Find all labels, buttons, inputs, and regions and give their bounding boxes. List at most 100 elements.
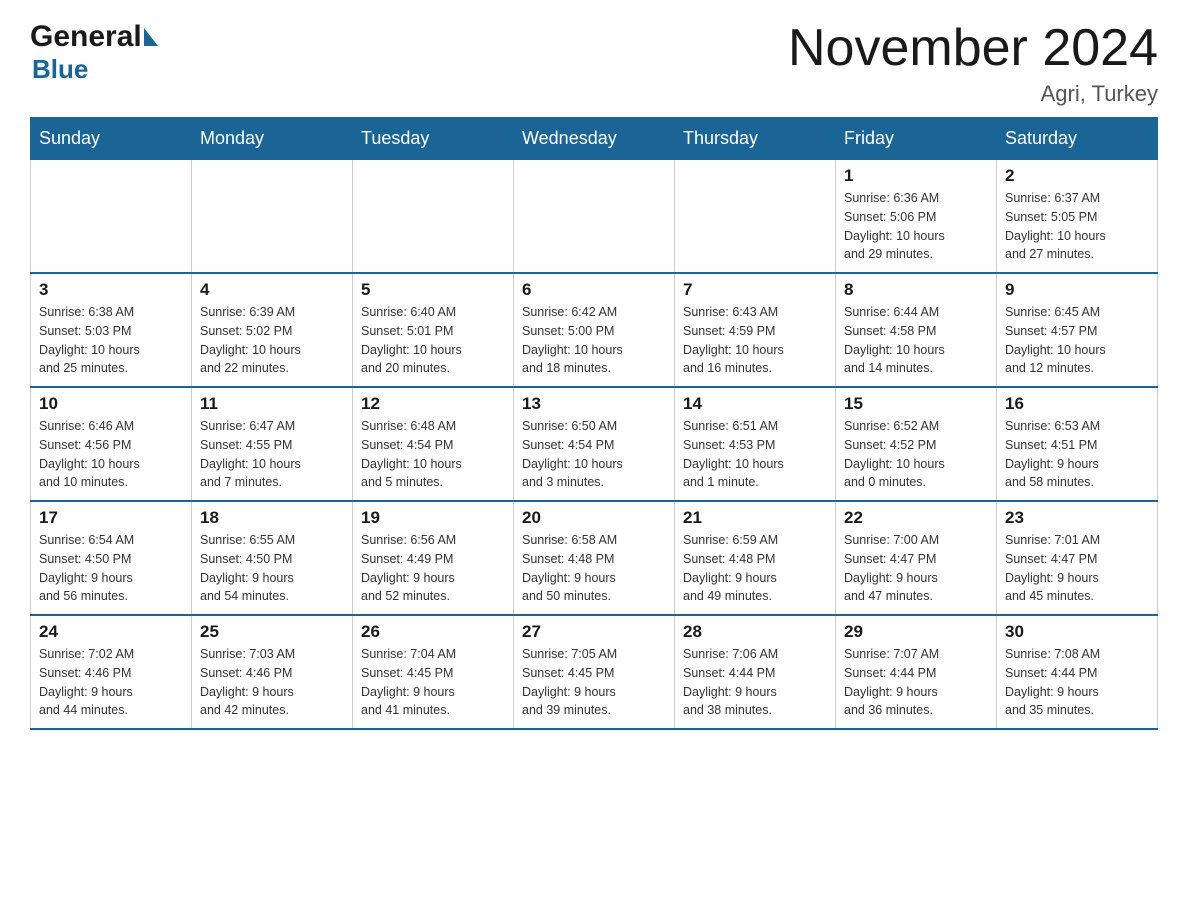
day-info: Sunrise: 6:39 AMSunset: 5:02 PMDaylight:…: [200, 303, 344, 378]
table-row: 13 Sunrise: 6:50 AMSunset: 4:54 PMDayligh…: [514, 387, 675, 501]
page-header: General Blue November 2024 Agri, Turkey: [30, 20, 1158, 107]
day-number: 15: [844, 394, 988, 414]
day-number: 24: [39, 622, 183, 642]
day-number: 6: [522, 280, 666, 300]
logo-arrow-icon: [144, 28, 158, 46]
table-row: 14Sunrise: 6:51 AMSunset: 4:53 PMDayligh…: [675, 387, 836, 501]
logo-general: General: [30, 20, 142, 54]
day-number: 26: [361, 622, 505, 642]
day-number: 8: [844, 280, 988, 300]
day-number: 27: [522, 622, 666, 642]
table-row: 4 Sunrise: 6:39 AMSunset: 5:02 PMDaylight…: [192, 273, 353, 387]
day-info: Sunrise: 7:06 AMSunset: 4:44 PMDaylight:…: [683, 645, 827, 720]
day-info: Sunrise: 6:54 AMSunset: 4:50 PMDaylight:…: [39, 531, 183, 606]
day-info: Sunrise: 6:36 AMSunset: 5:06 PMDaylight:…: [844, 189, 988, 264]
table-row: [31, 160, 192, 274]
table-row: 2Sunrise: 6:37 AMSunset: 5:05 PMDaylight…: [997, 160, 1158, 274]
col-tuesday: Tuesday: [353, 118, 514, 160]
day-number: 16: [1005, 394, 1149, 414]
day-number: 10: [39, 394, 183, 414]
table-row: 19 Sunrise: 6:56 AMSunset: 4:49 PMDayligh…: [353, 501, 514, 615]
table-row: 25 Sunrise: 7:03 AMSunset: 4:46 PMDayligh…: [192, 615, 353, 729]
calendar-table: Sunday Monday Tuesday Wednesday Thursday…: [30, 117, 1158, 730]
col-saturday: Saturday: [997, 118, 1158, 160]
day-number: 17: [39, 508, 183, 528]
day-number: 18: [200, 508, 344, 528]
day-number: 23: [1005, 508, 1149, 528]
table-row: [675, 160, 836, 274]
table-row: 30Sunrise: 7:08 AMSunset: 4:44 PMDayligh…: [997, 615, 1158, 729]
table-row: 3Sunrise: 6:38 AMSunset: 5:03 PMDaylight…: [31, 273, 192, 387]
day-info: Sunrise: 6:42 AMSunset: 5:00 PMDaylight:…: [522, 303, 666, 378]
table-row: 9Sunrise: 6:45 AMSunset: 4:57 PMDaylight…: [997, 273, 1158, 387]
logo-blue: Blue: [32, 54, 88, 84]
day-number: 5: [361, 280, 505, 300]
col-sunday: Sunday: [31, 118, 192, 160]
day-number: 2: [1005, 166, 1149, 186]
table-row: 11Sunrise: 6:47 AMSunset: 4:55 PMDayligh…: [192, 387, 353, 501]
day-number: 9: [1005, 280, 1149, 300]
table-row: 17 Sunrise: 6:54 AMSunset: 4:50 PMDayligh…: [31, 501, 192, 615]
day-number: 13: [522, 394, 666, 414]
day-info: Sunrise: 6:59 AMSunset: 4:48 PMDaylight:…: [683, 531, 827, 606]
calendar-week-row: 24 Sunrise: 7:02 AMSunset: 4:46 PMDayligh…: [31, 615, 1158, 729]
day-number: 25: [200, 622, 344, 642]
day-info: Sunrise: 7:03 AMSunset: 4:46 PMDaylight:…: [200, 645, 344, 720]
table-row: 5Sunrise: 6:40 AMSunset: 5:01 PMDaylight…: [353, 273, 514, 387]
calendar-header-row: Sunday Monday Tuesday Wednesday Thursday…: [31, 118, 1158, 160]
table-row: 16 Sunrise: 6:53 AMSunset: 4:51 PMDayligh…: [997, 387, 1158, 501]
day-info: Sunrise: 7:07 AMSunset: 4:44 PMDaylight:…: [844, 645, 988, 720]
table-row: 28 Sunrise: 7:06 AMSunset: 4:44 PMDayligh…: [675, 615, 836, 729]
day-number: 12: [361, 394, 505, 414]
calendar-week-row: 1Sunrise: 6:36 AMSunset: 5:06 PMDaylight…: [31, 160, 1158, 274]
day-info: Sunrise: 6:48 AMSunset: 4:54 PMDaylight:…: [361, 417, 505, 492]
table-row: 20 Sunrise: 6:58 AMSunset: 4:48 PMDayligh…: [514, 501, 675, 615]
table-row: 7Sunrise: 6:43 AMSunset: 4:59 PMDaylight…: [675, 273, 836, 387]
day-info: Sunrise: 6:43 AMSunset: 4:59 PMDaylight:…: [683, 303, 827, 378]
table-row: 6 Sunrise: 6:42 AMSunset: 5:00 PMDaylight…: [514, 273, 675, 387]
day-number: 14: [683, 394, 827, 414]
day-info: Sunrise: 7:00 AMSunset: 4:47 PMDaylight:…: [844, 531, 988, 606]
day-number: 19: [361, 508, 505, 528]
table-row: 29 Sunrise: 7:07 AMSunset: 4:44 PMDayligh…: [836, 615, 997, 729]
day-number: 29: [844, 622, 988, 642]
calendar-week-row: 10 Sunrise: 6:46 AMSunset: 4:56 PMDayligh…: [31, 387, 1158, 501]
col-wednesday: Wednesday: [514, 118, 675, 160]
table-row: [514, 160, 675, 274]
day-number: 22: [844, 508, 988, 528]
day-info: Sunrise: 7:05 AMSunset: 4:45 PMDaylight:…: [522, 645, 666, 720]
day-number: 4: [200, 280, 344, 300]
day-number: 28: [683, 622, 827, 642]
table-row: 27 Sunrise: 7:05 AMSunset: 4:45 PMDayligh…: [514, 615, 675, 729]
day-number: 21: [683, 508, 827, 528]
col-friday: Friday: [836, 118, 997, 160]
table-row: 15 Sunrise: 6:52 AMSunset: 4:52 PMDayligh…: [836, 387, 997, 501]
day-info: Sunrise: 6:46 AMSunset: 4:56 PMDaylight:…: [39, 417, 183, 492]
table-row: 8Sunrise: 6:44 AMSunset: 4:58 PMDaylight…: [836, 273, 997, 387]
table-row: [192, 160, 353, 274]
day-info: Sunrise: 7:01 AMSunset: 4:47 PMDaylight:…: [1005, 531, 1149, 606]
month-title: November 2024: [788, 20, 1158, 77]
calendar-week-row: 3Sunrise: 6:38 AMSunset: 5:03 PMDaylight…: [31, 273, 1158, 387]
day-info: Sunrise: 6:55 AMSunset: 4:50 PMDaylight:…: [200, 531, 344, 606]
day-info: Sunrise: 7:04 AMSunset: 4:45 PMDaylight:…: [361, 645, 505, 720]
day-info: Sunrise: 7:02 AMSunset: 4:46 PMDaylight:…: [39, 645, 183, 720]
day-info: Sunrise: 6:56 AMSunset: 4:49 PMDaylight:…: [361, 531, 505, 606]
col-monday: Monday: [192, 118, 353, 160]
day-number: 20: [522, 508, 666, 528]
table-row: [353, 160, 514, 274]
table-row: 22 Sunrise: 7:00 AMSunset: 4:47 PMDayligh…: [836, 501, 997, 615]
logo: General Blue: [30, 20, 158, 85]
table-row: 23 Sunrise: 7:01 AMSunset: 4:47 PMDayligh…: [997, 501, 1158, 615]
day-number: 11: [200, 394, 344, 414]
day-info: Sunrise: 6:50 AMSunset: 4:54 PMDaylight:…: [522, 417, 666, 492]
table-row: 24 Sunrise: 7:02 AMSunset: 4:46 PMDayligh…: [31, 615, 192, 729]
table-row: 26 Sunrise: 7:04 AMSunset: 4:45 PMDayligh…: [353, 615, 514, 729]
table-row: 18 Sunrise: 6:55 AMSunset: 4:50 PMDayligh…: [192, 501, 353, 615]
day-info: Sunrise: 6:53 AMSunset: 4:51 PMDaylight:…: [1005, 417, 1149, 492]
day-number: 3: [39, 280, 183, 300]
day-info: Sunrise: 6:52 AMSunset: 4:52 PMDaylight:…: [844, 417, 988, 492]
location: Agri, Turkey: [788, 81, 1158, 107]
title-section: November 2024 Agri, Turkey: [788, 20, 1158, 107]
day-info: Sunrise: 6:58 AMSunset: 4:48 PMDaylight:…: [522, 531, 666, 606]
